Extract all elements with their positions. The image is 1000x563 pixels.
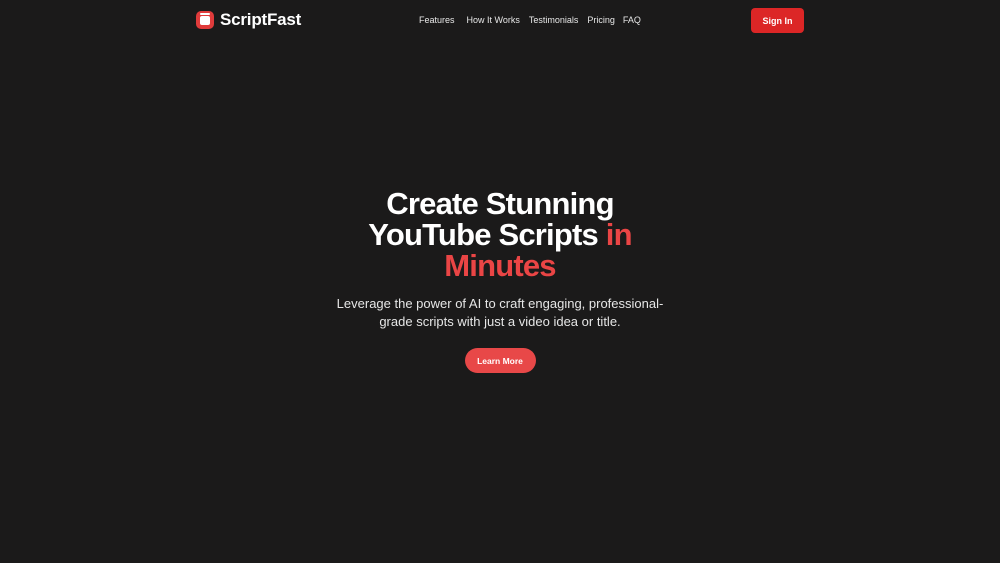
hero-title: Create Stunning YouTube Scripts in Minut… bbox=[340, 188, 660, 281]
nav-link-faq[interactable]: FAQ bbox=[623, 15, 641, 25]
brand-name: ScriptFast bbox=[220, 10, 302, 29]
sign-in-button[interactable]: Sign In bbox=[751, 8, 804, 33]
window-icon bbox=[196, 11, 214, 29]
main-nav: Features How It Works Testimonials Prici… bbox=[419, 15, 641, 25]
hero-title-main: Create Stunning YouTube Scripts bbox=[368, 186, 614, 252]
learn-more-button[interactable]: Learn More bbox=[464, 348, 536, 373]
nav-link-testimonials[interactable]: Testimonials bbox=[529, 15, 579, 25]
nav-link-pricing[interactable]: Pricing bbox=[587, 15, 615, 25]
nav-link-how-it-works[interactable]: How It Works bbox=[467, 15, 520, 25]
landing-page: ScriptFast Features How It Works Testimo… bbox=[0, 0, 1000, 563]
nav-link-features[interactable]: Features bbox=[419, 15, 455, 25]
brand-logo-link[interactable]: ScriptFast bbox=[196, 10, 301, 30]
top-navbar: ScriptFast Features How It Works Testimo… bbox=[0, 0, 1000, 42]
hero-section: Create Stunning YouTube Scripts in Minut… bbox=[0, 188, 1000, 373]
hero-subtitle: Leverage the power of AI to craft engagi… bbox=[336, 296, 664, 329]
